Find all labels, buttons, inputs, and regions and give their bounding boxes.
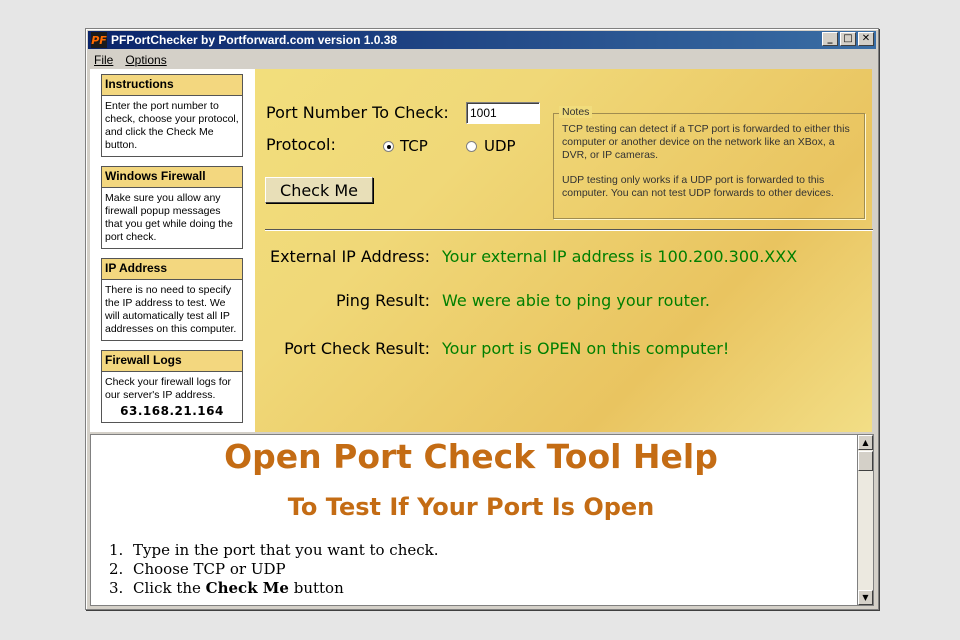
list-item-number: 3. [109,579,124,597]
list-item-text: Choose TCP or UDP [133,560,286,578]
external-ip-label: External IP Address: [269,247,430,266]
sidebar-box-title: Instructions [102,75,242,96]
sidebar-box-firewall-logs: Firewall Logs Check your firewall logs f… [101,350,243,423]
port-number-input[interactable] [466,102,540,124]
app-window: PF PFPortChecker by Portforward.com vers… [85,28,879,610]
protocol-label: Protocol: [266,135,336,154]
ping-result-value: We were abie to ping your router. [442,291,710,310]
list-item-text: Type in the port that you want to check. [133,541,439,559]
check-me-button[interactable]: Check Me [265,177,373,203]
menu-options-label: Options [125,52,167,67]
sidebar-box-content: Check your firewall logs for our server'… [102,372,242,422]
window-title: PFPortChecker by Portforward.com version… [111,33,398,47]
sidebar-box-text: Enter the port number to check, choose y… [105,100,239,151]
external-ip-value: Your external IP address is 100.200.300.… [442,247,798,266]
scroll-thumb[interactable] [858,451,873,471]
tcp-note: TCP testing can detect if a TCP port is … [562,123,850,161]
sidebar-box-ip-address: IP Address There is no need to specify t… [101,258,243,341]
list-item-number: 2. [109,560,124,578]
list-item: 1. Type in the port that you want to che… [109,541,439,560]
list-item-text-pre: Click the [133,579,206,597]
minimize-button[interactable]: _ [822,32,838,46]
scroll-up-button[interactable]: ▲ [858,435,873,450]
menu-bar: File Options [88,50,876,69]
sidebar-box-title: Windows Firewall [102,167,242,188]
help-panel[interactable]: Open Port Check Tool Help To Test If You… [90,434,858,606]
menu-options[interactable]: Options [119,53,172,67]
window-controls: _ □ ✕ [822,32,874,46]
scroll-down-button[interactable]: ▼ [858,590,873,605]
list-item-text: Click the Check Me button [133,579,344,598]
arrow-down-icon: ▼ [862,593,869,602]
udp-radio[interactable] [466,141,477,152]
list-item-text-bold: Check Me [205,579,289,597]
menu-file[interactable]: File [88,53,119,67]
main-panel: Instructions Enter the port number to ch… [90,69,873,432]
help-scrollbar[interactable]: ▲ ▼ [858,434,874,606]
menu-file-label: File [94,52,114,67]
tcp-radio[interactable] [383,141,394,152]
sidebar-box-windows-firewall: Windows Firewall Make sure you allow any… [101,166,243,249]
help-heading: Open Port Check Tool Help [224,437,718,476]
ping-result-label: Ping Result: [336,291,430,310]
port-number-label: Port Number To Check: [266,103,449,122]
sidebar: Instructions Enter the port number to ch… [90,69,255,432]
sidebar-box-title: Firewall Logs [102,351,242,372]
sidebar-box-title: IP Address [102,259,242,280]
title-bar[interactable]: PF PFPortChecker by Portforward.com vers… [88,31,876,49]
server-ip-address: 63.168.21.164 [120,404,224,418]
list-item: 3. Click the Check Me button [109,579,439,598]
help-subheading: To Test If Your Port Is Open [287,493,655,521]
sidebar-box-instructions: Instructions Enter the port number to ch… [101,74,243,157]
divider [265,229,873,231]
help-steps-list: 1. Type in the port that you want to che… [109,541,439,598]
close-icon: ✕ [861,33,871,44]
port-check-result-label: Port Check Result: [284,339,430,358]
port-check-result-value: Your port is OPEN on this computer! [442,339,730,358]
sidebar-box-text: There is no need to specify the IP addre… [105,284,237,335]
notes-legend: Notes [559,106,593,118]
sidebar-box-text: Check your firewall logs for our server'… [105,376,232,401]
minimize-icon: _ [827,33,833,44]
udp-note: UDP testing only works if a UDP port is … [562,174,834,199]
list-item: 2. Choose TCP or UDP [109,560,439,579]
arrow-up-icon: ▲ [862,438,869,447]
list-item-number: 1. [109,541,124,559]
tcp-radio-label[interactable]: TCP [400,137,428,155]
maximize-button[interactable]: □ [840,32,856,46]
maximize-icon: □ [843,33,853,44]
udp-radio-label[interactable]: UDP [484,137,516,155]
sidebar-box-text: Make sure you allow any firewall popup m… [105,192,233,243]
notes-group: Notes TCP testing can detect if a TCP po… [553,106,865,219]
app-logo-icon: PF [91,32,107,48]
close-button[interactable]: ✕ [858,32,874,46]
list-item-text-post: button [288,579,344,597]
